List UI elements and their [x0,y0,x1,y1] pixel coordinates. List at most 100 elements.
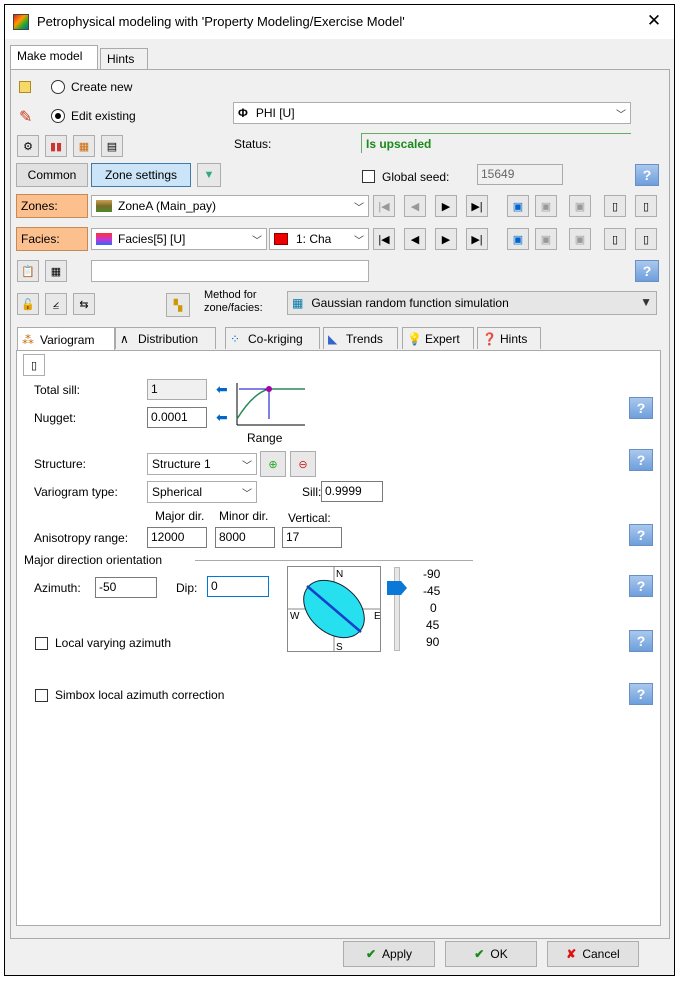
histogram-icon[interactable]: ▮▮ [45,135,67,157]
simbox-label: Simbox local azimuth correction [55,688,225,702]
remove-structure-icon[interactable]: ⊖ [290,451,316,477]
dip-input[interactable]: 0 [207,576,269,597]
global-seed-label: Global seed: [382,170,450,184]
dip-scale-1: -90 [423,567,441,581]
zone-settings-button[interactable]: Zone settings [91,163,191,187]
tab-distribution[interactable]: ∧ Distribution [115,327,216,349]
create-new-radio[interactable] [51,80,65,94]
local-azimuth-label: Local varying azimuth [55,636,172,650]
last-icon[interactable]: ▶| [466,195,488,217]
add-structure-icon[interactable]: ⊕ [260,451,286,477]
facies-select[interactable]: Facies[5] [U] ﹀ [91,228,267,250]
variogram-icon[interactable]: ⦤ [45,293,67,315]
edit-existing-radio[interactable] [51,109,65,123]
next-icon[interactable]: ▶ [435,228,457,250]
apply-button[interactable]: ✔ Apply [343,941,435,967]
variogram-type-label: Variogram type: [34,485,118,499]
pages-icon[interactable]: ▯ [635,228,657,250]
last-icon[interactable]: ▶| [466,228,488,250]
chevron-down-icon: ﹀ [252,236,262,247]
help-icon[interactable]: ? [629,575,653,597]
chart-icon[interactable]: ▦ [73,135,95,157]
property-value: PHI [U] [255,106,295,120]
cancel-button[interactable]: ✘ Cancel [547,941,639,967]
common-button[interactable]: Common [16,163,88,187]
page-icon[interactable]: ▯ [604,228,626,250]
tab-variogram[interactable]: ⁂ Variogram [17,327,115,351]
filter-icon[interactable]: ▼ [197,163,221,187]
window-title: Petrophysical modeling with 'Property Mo… [37,14,405,29]
pencil-icon: ✎ [19,109,33,126]
clipboard-icon[interactable]: 📋 [17,260,39,282]
paste-icon[interactable]: ▣ [535,195,557,217]
tab-make-model[interactable]: Make model [10,45,98,69]
east-label: E [374,611,381,622]
settings-icon[interactable]: ⚙ [17,135,39,157]
variogram-type-value: Spherical [152,485,203,499]
zone-select[interactable]: ZoneA (Main_pay) ﹀ [91,195,369,217]
dip-scale-4: 45 [426,618,440,632]
minor-range-input[interactable]: 8000 [215,527,275,548]
major-range-input[interactable]: 12000 [147,527,207,548]
tab-expert[interactable]: 💡 Expert [402,327,474,349]
azimuth-compass[interactable]: N S E W [287,566,381,652]
help-icon[interactable]: ? [629,397,653,419]
title-bar: Petrophysical modeling with 'Property Mo… [5,5,674,39]
ok-button[interactable]: ✔ OK [445,941,537,967]
help-icon[interactable]: ? [629,630,653,652]
tab-trends[interactable]: ◣ Trends [323,327,398,349]
new-page-icon[interactable]: ▯ [23,354,45,376]
prev-icon[interactable]: ◀ [404,228,426,250]
first-icon[interactable]: |◀ [373,195,395,217]
facies-code-select[interactable]: 1: Cha ﹀ [269,228,369,250]
total-sill-input[interactable]: 1 [147,379,207,400]
transfer-icon[interactable]: ⇆ [73,293,95,315]
spreadsheet-icon[interactable]: ▤ [101,135,123,157]
help-icon[interactable]: ? [629,449,653,471]
azimuth-input[interactable]: -50 [95,577,157,598]
bulb-icon: 💡 [407,331,422,346]
method-value: Gaussian random function simulation [311,296,509,310]
dip-scale-2: -45 [423,584,441,598]
close-icon[interactable]: ✕ [644,11,664,31]
help-icon[interactable]: ? [635,260,659,282]
paste-all-icon[interactable]: ▣ [569,228,591,250]
nugget-input[interactable]: 0.0001 [147,407,207,428]
dip-slider-track[interactable] [394,567,400,651]
copy-icon[interactable]: ▣ [507,228,529,250]
global-seed-checkbox[interactable] [362,170,375,183]
nugget-label: Nugget: [34,411,77,425]
simbox-checkbox[interactable] [35,689,48,702]
help-icon[interactable]: ? [629,683,653,705]
local-azimuth-checkbox[interactable] [35,637,48,650]
copy-icon[interactable]: ▣ [507,195,529,217]
tab-cokriging[interactable]: ⁘ Co-kriging [225,327,320,349]
prev-icon[interactable]: ◀ [404,195,426,217]
paste-icon[interactable]: ▣ [535,228,557,250]
variogram-type-select[interactable]: Spherical ﹀ [147,481,257,503]
seed-input[interactable]: 15649 [477,164,563,185]
method-select[interactable]: ▦ Gaussian random function simulation ▼ [287,291,657,315]
pages-icon[interactable]: ▯ [635,195,657,217]
total-sill-label: Total sill: [34,383,81,397]
description-input[interactable] [91,260,369,282]
property-select[interactable]: Φ PHI [U] ﹀ [233,102,631,124]
paste-all-icon[interactable]: ▣ [569,195,591,217]
table-icon[interactable]: ▦ [45,260,67,282]
vertical-range-input[interactable]: 17 [282,527,342,548]
lock-icon[interactable]: 🔓 [17,293,39,315]
first-icon[interactable]: |◀ [373,228,395,250]
page-icon[interactable]: ▯ [604,195,626,217]
help-icon[interactable]: ? [629,524,653,546]
ok-label: OK [490,947,508,961]
tab-hints[interactable]: Hints [100,48,148,70]
arrow-left-icon: ⬅ [216,409,228,425]
hint-icon: ❓ [482,331,497,346]
help-icon[interactable]: ? [635,164,659,186]
structure-select[interactable]: Structure 1 ﹀ [147,453,257,475]
sill-input[interactable]: 0.9999 [321,481,383,502]
variogram-tab-icon: ⁂ [22,332,34,347]
next-icon[interactable]: ▶ [435,195,457,217]
tab-hints-sub[interactable]: ❓ Hints [477,327,541,349]
create-new-label: Create new [71,80,133,94]
